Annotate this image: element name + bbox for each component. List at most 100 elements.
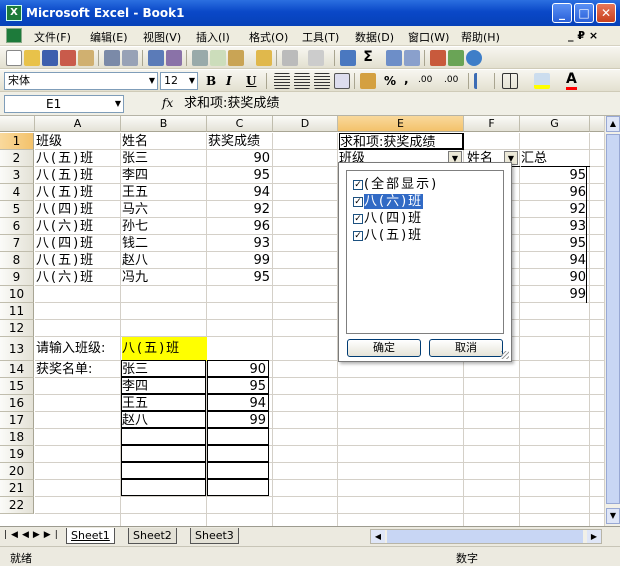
spreadsheet-grid[interactable]: ABCDEFGH 1234567891011121314151617181920… bbox=[0, 116, 604, 526]
cell-class[interactable]: 八(五)班 bbox=[36, 252, 121, 269]
menu-edit[interactable]: 编辑(E) bbox=[90, 29, 128, 45]
cancel-button[interactable]: 取消 bbox=[429, 339, 503, 357]
menu-tools[interactable]: 工具(T) bbox=[302, 29, 339, 45]
permission-icon[interactable] bbox=[60, 50, 76, 66]
column-header-a[interactable]: A bbox=[35, 116, 121, 132]
ok-button[interactable]: 确定 bbox=[347, 339, 421, 357]
pivot-total-value[interactable]: 95 bbox=[521, 235, 587, 252]
column-header-b[interactable]: B bbox=[121, 116, 207, 132]
cell-score[interactable]: 95 bbox=[208, 269, 270, 286]
pivot-total-value[interactable]: 96 bbox=[521, 184, 587, 201]
row-header-3[interactable]: 3 bbox=[0, 167, 34, 184]
cell-name[interactable]: 马六 bbox=[122, 201, 207, 218]
menu-insert[interactable]: 插入(I) bbox=[196, 29, 230, 45]
row-header-7[interactable]: 7 bbox=[0, 235, 34, 252]
excel-icon[interactable]: X bbox=[6, 5, 22, 21]
font-color-button[interactable]: A bbox=[566, 72, 577, 90]
header-score[interactable]: 获奖成绩 bbox=[208, 133, 273, 150]
row-header-17[interactable]: 17 bbox=[0, 412, 34, 429]
result-name[interactable]: 张三 bbox=[121, 360, 206, 377]
undo-icon[interactable] bbox=[282, 50, 298, 66]
cell-score[interactable]: 92 bbox=[208, 201, 270, 218]
cell-class[interactable]: 八(五)班 bbox=[36, 167, 121, 184]
sort-ascending-icon[interactable] bbox=[386, 50, 402, 66]
pivot-data-field[interactable]: 求和项:获奖成绩 bbox=[339, 133, 464, 150]
result-name[interactable] bbox=[121, 428, 206, 445]
name-box[interactable]: E1 ▼ bbox=[4, 95, 124, 113]
column-header-e[interactable]: E bbox=[338, 116, 464, 132]
column-header-d[interactable]: D bbox=[273, 116, 338, 132]
cell-class[interactable]: 八(五)班 bbox=[36, 184, 121, 201]
row-header-1[interactable]: 1 bbox=[0, 133, 34, 150]
cell-name[interactable]: 赵八 bbox=[122, 252, 207, 269]
column-header-h[interactable]: H bbox=[590, 116, 604, 132]
scroll-thumb[interactable] bbox=[606, 134, 620, 504]
scroll-up-icon[interactable]: ▲ bbox=[606, 116, 620, 132]
print-icon[interactable] bbox=[78, 50, 94, 66]
filter-item[interactable]: ✓ (全部显示) bbox=[353, 177, 438, 193]
row-header-10[interactable]: 10 bbox=[0, 286, 34, 303]
cell-name[interactable]: 冯九 bbox=[122, 269, 207, 286]
query-class-input[interactable]: 八(五)班 bbox=[122, 337, 207, 361]
header-name[interactable]: 姓名 bbox=[122, 133, 207, 150]
select-all-corner[interactable] bbox=[0, 116, 35, 132]
format-painter-icon[interactable] bbox=[256, 50, 272, 66]
cell-score[interactable]: 93 bbox=[208, 235, 270, 252]
sort-descending-icon[interactable] bbox=[404, 50, 420, 66]
menu-view[interactable]: 视图(V) bbox=[143, 29, 181, 45]
column-header-c[interactable]: C bbox=[207, 116, 273, 132]
cell-name[interactable]: 孙七 bbox=[122, 218, 207, 235]
bold-button[interactable]: B bbox=[206, 74, 216, 88]
header-class[interactable]: 班级 bbox=[36, 133, 121, 150]
cell-class[interactable]: 八(四)班 bbox=[36, 235, 121, 252]
spelling-icon[interactable] bbox=[148, 50, 164, 66]
scroll-right-icon[interactable]: ▶ bbox=[587, 530, 601, 543]
pivot-total-value[interactable]: 92 bbox=[521, 201, 587, 218]
currency-icon[interactable] bbox=[360, 73, 376, 89]
function-icon[interactable]: fx bbox=[162, 96, 173, 110]
preview-icon[interactable] bbox=[122, 50, 138, 66]
pivot-total-value[interactable]: 95 bbox=[521, 167, 587, 184]
result-name[interactable]: 赵八 bbox=[121, 411, 206, 428]
result-score[interactable]: 90 bbox=[207, 360, 269, 377]
italic-button[interactable]: I bbox=[226, 74, 232, 88]
result-name[interactable]: 李四 bbox=[121, 377, 206, 394]
paste-icon[interactable] bbox=[228, 50, 244, 66]
row-header-5[interactable]: 5 bbox=[0, 201, 34, 218]
print-preview-icon[interactable] bbox=[104, 50, 120, 66]
copy-icon[interactable] bbox=[210, 50, 226, 66]
result-score[interactable] bbox=[207, 462, 269, 479]
cell-name[interactable]: 张三 bbox=[122, 150, 207, 167]
cut-icon[interactable] bbox=[192, 50, 208, 66]
result-name[interactable] bbox=[121, 445, 206, 462]
row-header-22[interactable]: 22 bbox=[0, 497, 34, 514]
cell-score[interactable]: 90 bbox=[208, 150, 270, 167]
row-header-16[interactable]: 16 bbox=[0, 395, 34, 412]
align-left-icon[interactable] bbox=[274, 73, 290, 89]
row-header-20[interactable]: 20 bbox=[0, 463, 34, 480]
decrease-decimal-button[interactable]: .00 bbox=[444, 75, 458, 85]
underline-button[interactable]: U bbox=[246, 74, 256, 88]
percent-button[interactable]: % bbox=[384, 74, 396, 88]
tab-nav-arrows-icon[interactable]: |◀◀▶▶| bbox=[4, 530, 62, 540]
new-icon[interactable] bbox=[6, 50, 22, 66]
cell-class[interactable]: 八(六)班 bbox=[36, 218, 121, 235]
result-score[interactable]: 95 bbox=[207, 377, 269, 394]
open-icon[interactable] bbox=[24, 50, 40, 66]
result-name[interactable]: 王五 bbox=[121, 394, 206, 411]
row-header-4[interactable]: 4 bbox=[0, 184, 34, 201]
sheet-tab-sheet3[interactable]: Sheet3 bbox=[190, 528, 239, 544]
checkbox-icon[interactable]: ✓ bbox=[353, 213, 363, 224]
comma-button[interactable]: , bbox=[404, 72, 409, 86]
row-header-9[interactable]: 9 bbox=[0, 269, 34, 286]
result-score[interactable]: 94 bbox=[207, 394, 269, 411]
research-icon[interactable] bbox=[166, 50, 182, 66]
font-name-combo[interactable]: 宋体 ▼ bbox=[4, 72, 158, 90]
row-header-2[interactable]: 2 bbox=[0, 150, 34, 167]
cell-name[interactable]: 钱二 bbox=[122, 235, 207, 252]
row-header-13[interactable]: 13 bbox=[0, 337, 34, 361]
font-size-combo[interactable]: 12 ▼ bbox=[160, 72, 198, 90]
sheet-tab-sheet1[interactable]: Sheet1 bbox=[66, 528, 115, 544]
result-name[interactable] bbox=[121, 462, 206, 479]
indent-icon[interactable] bbox=[474, 73, 490, 89]
